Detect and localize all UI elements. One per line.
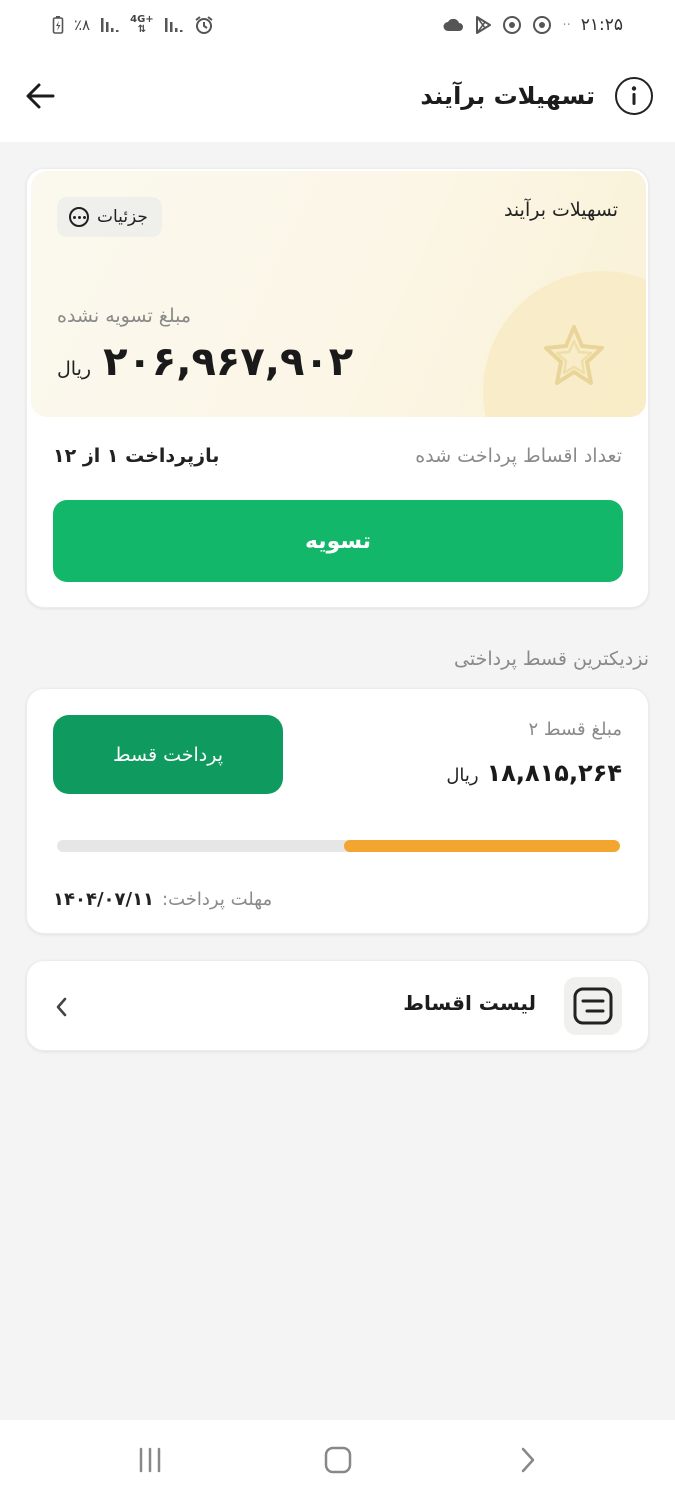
loan-card: تسهیلات برآیند جزئیات مبلغ تسویه نشده ری… [26,168,649,608]
recent-apps-icon [139,1447,161,1473]
installment-amount: ۱۸,۸۱۵,۲۶۴ [486,759,622,787]
status-right: ·· ۲۱:۲۵ [442,15,623,35]
star-icon [544,325,604,385]
signal-icon-2 [164,15,184,35]
battery-percent: ٪۸ [74,16,91,34]
header-right: تسهیلات برآیند [420,77,653,115]
chevron-right-icon [521,1447,535,1473]
details-label: جزئیات [97,207,148,227]
chrome-icon-2 [532,15,552,35]
paid-count-row: تعداد اقساط پرداخت شده بازپرداخت ۱ از ۱۲ [53,445,622,467]
arrow-left-icon [26,83,55,109]
clock: ۲۱:۲۵ [580,15,623,35]
cloud-icon [442,15,464,35]
installment-card: پرداخت قسط مبلغ قسط ۲ ریال ۱۸,۸۱۵,۲۶۴ ۱۴… [26,688,649,934]
list-icon [573,987,613,1025]
installments-list-title: لیست اقساط [403,991,536,1015]
more-notifications: ·· [562,17,571,33]
battery-saver-icon [52,15,64,35]
loan-hero: تسهیلات برآیند جزئیات مبلغ تسویه نشده ری… [31,171,646,417]
pay-installment-button[interactable]: پرداخت قسط [53,715,283,794]
home-icon [324,1446,352,1474]
installment-amount-row: ریال ۱۸,۸۱۵,۲۶۴ [446,759,622,787]
unsettled-currency: ریال [57,358,92,380]
paid-count-value: بازپرداخت ۱ از ۱۲ [53,445,220,467]
info-button[interactable] [615,77,653,115]
deadline-progress-bar [57,840,620,852]
settle-button[interactable]: تسویه [53,500,623,582]
list-icon-box [564,977,622,1035]
installment-currency: ریال [446,765,479,786]
chevron-left-icon [56,997,67,1017]
back-nav-button[interactable] [508,1442,548,1478]
unsettled-amount-row: ریال ۲۰۶,۹۶۷,۹۰۲ [57,339,353,385]
page-title: تسهیلات برآیند [420,82,595,110]
back-button[interactable] [24,79,58,113]
chrome-icon [502,15,522,35]
play-store-icon [474,15,492,35]
installments-list-button[interactable]: لیست اقساط [26,960,649,1051]
network-type: 4G+ ⇅ [130,15,154,35]
paid-count-label: تعداد اقساط پرداخت شده [415,445,622,467]
status-left: ٪۸ 4G+ ⇅ [52,15,214,35]
alarm-icon [194,15,214,35]
deadline-label: مهلت پرداخت: [162,889,273,910]
data-arrows-icon: ⇅ [137,24,147,35]
system-nav-bar [0,1420,675,1500]
info-icon [631,86,637,105]
app-header: تسهیلات برآیند [0,50,675,142]
deadline-date: ۱۴۰۴/۰۷/۱۱ [53,889,155,910]
unsettled-amount: ۲۰۶,۹۶۷,۹۰۲ [103,339,354,385]
deadline-progress-fill [344,840,620,852]
status-bar: ٪۸ 4G+ ⇅ ·· ۲۱:۲۵ [0,0,675,50]
more-dots-icon [69,207,89,227]
deadline-row: ۱۴۰۴/۰۷/۱۱ مهلت پرداخت: [53,889,272,910]
loan-name: تسهیلات برآیند [503,199,618,221]
details-button[interactable]: جزئیات [57,197,162,237]
section-title: نزدیکترین قسط پرداختی [454,648,649,670]
installment-label: مبلغ قسط ۲ [528,719,622,740]
recent-apps-button[interactable] [130,1442,170,1478]
home-button[interactable] [318,1442,358,1478]
unsettled-label: مبلغ تسویه نشده [57,305,192,327]
signal-icon [100,15,120,35]
